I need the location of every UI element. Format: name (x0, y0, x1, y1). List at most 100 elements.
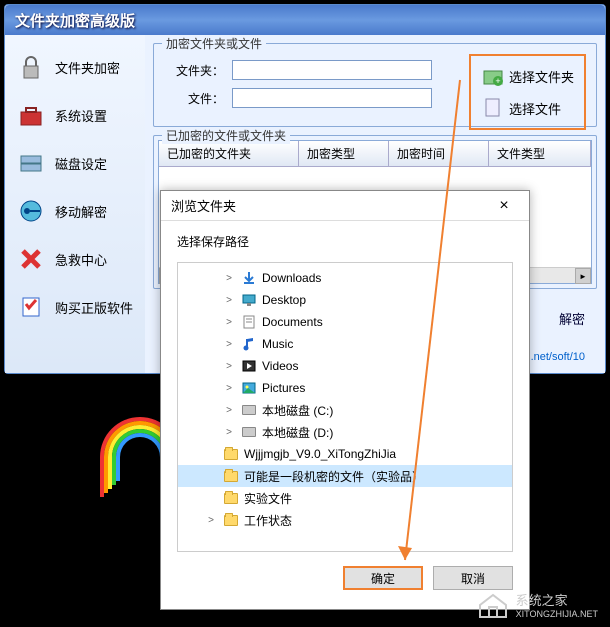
folder-add-icon: + (481, 64, 505, 88)
file-label: 文件： (164, 90, 224, 107)
tree-item-label: 实验文件 (244, 490, 292, 507)
button-label: 选择文件 (509, 99, 561, 118)
file-input[interactable] (232, 88, 432, 108)
tree-item-label: Documents (262, 315, 323, 329)
tree-item-label: 本地磁盘 (D:) (262, 424, 333, 441)
button-label: 选择文件夹 (509, 67, 574, 86)
window-title: 文件夹加密高级版 (15, 10, 135, 31)
watermark-brand: 系统之家 (516, 590, 598, 609)
cross-icon (15, 243, 47, 275)
sidebar-item-settings[interactable]: 系统设置 (9, 91, 141, 139)
sidebar-item-rescue[interactable]: 急救中心 (9, 235, 141, 283)
tree-item[interactable]: > 本地磁盘 (C:) (178, 399, 512, 421)
tree-item[interactable]: > Pictures (178, 377, 512, 399)
folder-input[interactable] (232, 60, 432, 80)
folder-icon (222, 446, 240, 462)
tree-item[interactable]: > Music (178, 333, 512, 355)
house-icon (476, 589, 510, 619)
tree-item[interactable]: 实验文件 (178, 487, 512, 509)
fieldset-title: 加密文件夹或文件 (162, 35, 266, 52)
sidebar-item-label: 急救中心 (55, 250, 107, 269)
th-folder[interactable]: 已加密的文件夹 (159, 141, 299, 166)
tree-item[interactable]: > 工作状态 (178, 509, 512, 531)
tree-item[interactable]: > 本地磁盘 (D:) (178, 421, 512, 443)
desktop-icon (240, 292, 258, 308)
key-icon (15, 195, 47, 227)
table-header: 已加密的文件夹 加密类型 加密时间 文件类型 (159, 141, 591, 167)
fieldset-title: 已加密的文件或文件夹 (162, 127, 290, 144)
tree-item-label: Music (262, 337, 293, 351)
expand-icon[interactable]: > (222, 317, 236, 328)
tree-item-label: Wjjjmgjb_V9.0_XiTongZhiJia (244, 447, 396, 461)
tree-item[interactable]: > Downloads (178, 267, 512, 289)
tree-item-label: 工作状态 (244, 512, 292, 529)
disk-icon (240, 402, 258, 418)
sidebar-item-label: 磁盘设定 (55, 154, 107, 173)
toolbox-icon (15, 99, 47, 131)
tree-item-label: 本地磁盘 (C:) (262, 402, 333, 419)
folder-label: 文件夹： (164, 62, 224, 79)
sidebar-item-mobile-decrypt[interactable]: 移动解密 (9, 187, 141, 235)
sidebar-item-encrypt[interactable]: 文件夹加密 (9, 43, 141, 91)
footer-url: .net/soft/10 (531, 351, 585, 363)
tree-item[interactable]: > Desktop (178, 289, 512, 311)
tree-item-label: Videos (262, 359, 298, 373)
sidebar-item-label: 移动解密 (55, 202, 107, 221)
sidebar-item-disk[interactable]: 磁盘设定 (9, 139, 141, 187)
disk-icon (240, 424, 258, 440)
watermark: 系统之家 XITONGZHIJIA.NET (476, 589, 598, 619)
titlebar[interactable]: 文件夹加密高级版 (5, 5, 605, 35)
scroll-right-arrow[interactable]: ► (575, 268, 591, 284)
tree-item[interactable]: > Videos (178, 355, 512, 377)
download-icon (240, 270, 258, 286)
expand-icon[interactable]: > (222, 383, 236, 394)
encrypt-fieldset: 加密文件夹或文件 文件夹： 文件： + 选择文件夹 (153, 43, 597, 127)
dialog-title-text: 浏览文件夹 (171, 196, 236, 215)
shield-icon (15, 291, 47, 323)
pictures-icon (240, 380, 258, 396)
sidebar-item-label: 系统设置 (55, 106, 107, 125)
tree-item[interactable]: > Documents (178, 311, 512, 333)
dialog-cancel-button[interactable]: 取消 (433, 566, 513, 590)
svg-text:+: + (495, 76, 500, 86)
th-time[interactable]: 加密时间 (389, 141, 489, 166)
browse-folder-dialog: 浏览文件夹 × 选择保存路径 > Downloads > Desktop > Docume… (160, 190, 530, 610)
music-icon (240, 336, 258, 352)
sidebar-item-buy[interactable]: 购买正版软件 (9, 283, 141, 331)
disks-icon (15, 147, 47, 179)
documents-icon (240, 314, 258, 330)
th-filetype[interactable]: 文件类型 (489, 141, 591, 166)
lock-icon (15, 51, 47, 83)
tree-item-label: 可能是一段机密的文件（实验品） (244, 468, 424, 485)
folder-icon (222, 512, 240, 528)
watermark-url: XITONGZHIJIA.NET (516, 609, 598, 619)
select-file-button[interactable]: 选择文件 (475, 92, 580, 124)
dialog-titlebar[interactable]: 浏览文件夹 × (161, 191, 529, 221)
dialog-close-button[interactable]: × (489, 197, 519, 215)
dialog-prompt: 选择保存路径 (161, 221, 529, 262)
sidebar-item-label: 文件夹加密 (55, 58, 120, 77)
expand-icon[interactable]: > (222, 339, 236, 350)
tree-item-label: Pictures (262, 381, 305, 395)
tree-item[interactable]: Wjjjmgjb_V9.0_XiTongZhiJia (178, 443, 512, 465)
select-buttons-group: + 选择文件夹 选择文件 (469, 54, 586, 130)
tree-item[interactable]: 可能是一段机密的文件（实验品） (178, 465, 512, 487)
expand-icon[interactable]: > (222, 427, 236, 438)
videos-icon (240, 358, 258, 374)
file-add-icon (481, 96, 505, 120)
expand-icon[interactable]: > (222, 273, 236, 284)
th-type[interactable]: 加密类型 (299, 141, 389, 166)
tree-item-label: Desktop (262, 293, 306, 307)
expand-icon[interactable]: > (222, 295, 236, 306)
sidebar: 文件夹加密 系统设置 磁盘设定 移动解密 (5, 35, 145, 373)
folder-icon (222, 490, 240, 506)
folder-tree[interactable]: > Downloads > Desktop > Documents > Music > Video… (177, 262, 513, 552)
expand-icon[interactable]: > (222, 361, 236, 372)
tree-item-label: Downloads (262, 271, 321, 285)
dialog-ok-button[interactable]: 确定 (343, 566, 423, 590)
decrypt-button[interactable]: 解密 (559, 309, 585, 328)
folder-icon (222, 468, 240, 484)
expand-icon[interactable]: > (222, 405, 236, 416)
expand-icon[interactable]: > (204, 515, 218, 526)
select-folder-button[interactable]: + 选择文件夹 (475, 60, 580, 92)
